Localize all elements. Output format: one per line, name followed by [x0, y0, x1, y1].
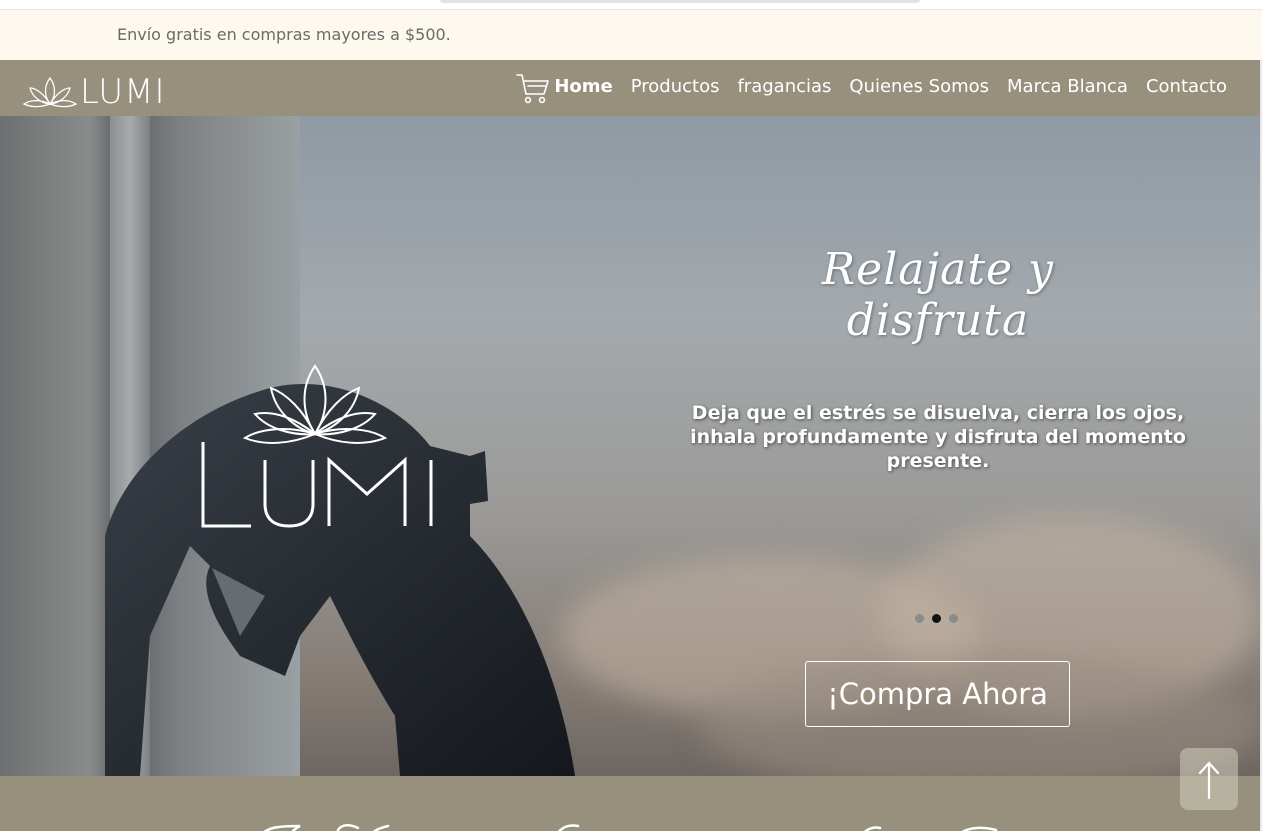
nav-marca-blanca[interactable]: Marca Blanca: [1007, 76, 1128, 97]
lotus-icon: [22, 76, 78, 108]
hero-description: Deja que el estrés se disuelva, cierra l…: [690, 402, 1186, 472]
buy-now-button[interactable]: ¡Compra Ahora: [805, 661, 1070, 727]
brand-logo[interactable]: LUMI: [22, 74, 167, 110]
announcement-text: Envío gratis en compras mayores a $500.: [117, 25, 451, 44]
slider-dot[interactable]: [915, 614, 924, 623]
navbar: LUMI Home Productos fragancias Quienes S…: [0, 60, 1260, 116]
hero-slider: Relajate y disfruta Deja que el estrés s…: [0, 116, 1260, 776]
section-script-heading-partial: [263, 824, 998, 831]
nav-home[interactable]: Home: [554, 76, 612, 97]
slider-dot[interactable]: [949, 614, 958, 623]
nav-fragancias[interactable]: fragancias: [737, 76, 831, 97]
cart-icon[interactable]: [516, 73, 550, 105]
brand-name: LUMI: [80, 72, 166, 112]
nav-productos[interactable]: Productos: [631, 76, 720, 97]
announcement-bar: Envío gratis en compras mayores a $500.: [0, 10, 1262, 60]
hero-lotus-logo: [201, 364, 433, 528]
hero-script-title: Relajate y disfruta: [822, 244, 1054, 346]
next-section-band: [0, 776, 1260, 831]
nav-quienes-somos[interactable]: Quienes Somos: [849, 76, 989, 97]
browser-top-edge: [0, 0, 1262, 10]
main-nav: Home Productos fragancias Quienes Somos …: [554, 76, 1227, 97]
back-to-top-button[interactable]: [1180, 748, 1238, 810]
slider-dot-active[interactable]: [932, 614, 941, 623]
arrow-up-icon: [1198, 761, 1220, 800]
top-shadow: [440, 0, 920, 3]
slider-dots: [915, 614, 958, 623]
nav-contacto[interactable]: Contacto: [1146, 76, 1227, 97]
